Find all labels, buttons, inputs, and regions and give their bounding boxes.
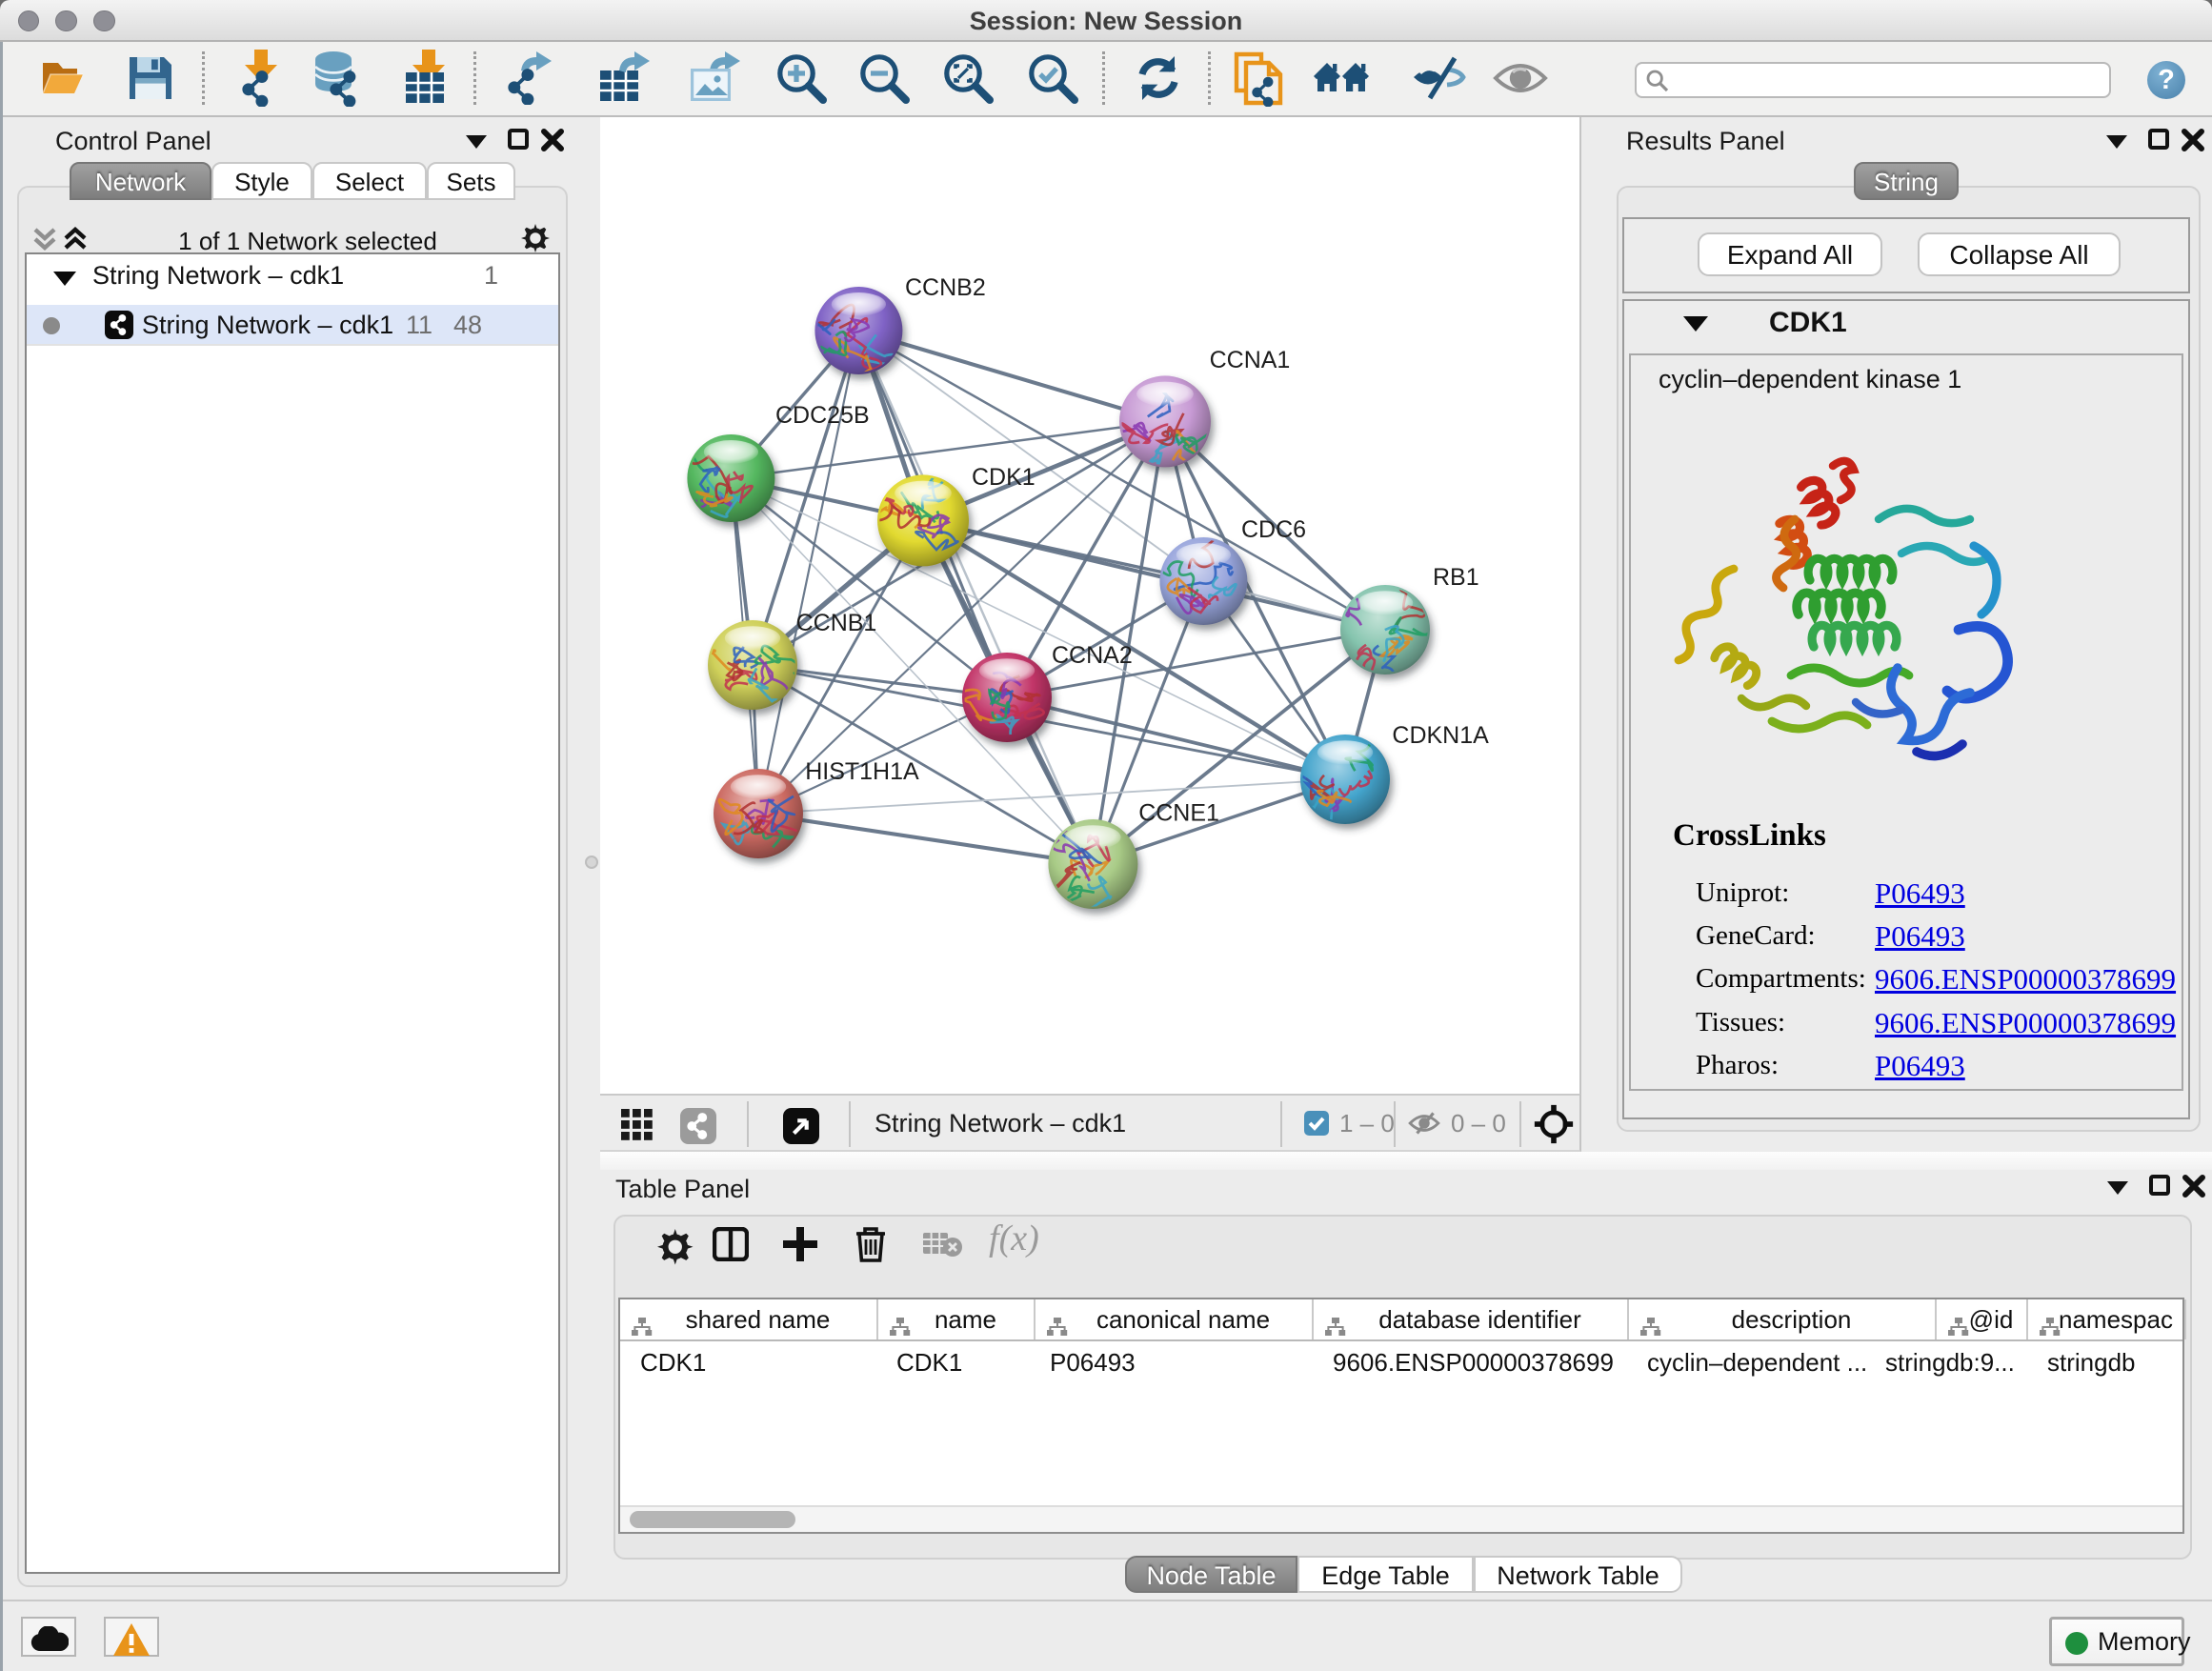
- svg-text:CCNE1: CCNE1: [1138, 800, 1219, 827]
- svg-text:CDKN1A: CDKN1A: [1392, 722, 1489, 749]
- svg-text:CCNA1: CCNA1: [1210, 347, 1291, 373]
- svg-text:CCNA2: CCNA2: [1052, 642, 1133, 669]
- svg-text:CDC25B: CDC25B: [775, 402, 870, 429]
- svg-text:RB1: RB1: [1433, 564, 1479, 591]
- svg-text:HIST1H1A: HIST1H1A: [805, 758, 919, 785]
- svg-text:CCNB1: CCNB1: [796, 610, 877, 636]
- svg-text:CCNB2: CCNB2: [905, 274, 986, 301]
- svg-text:CDK1: CDK1: [972, 464, 1036, 491]
- svg-text:CDC6: CDC6: [1241, 516, 1306, 543]
